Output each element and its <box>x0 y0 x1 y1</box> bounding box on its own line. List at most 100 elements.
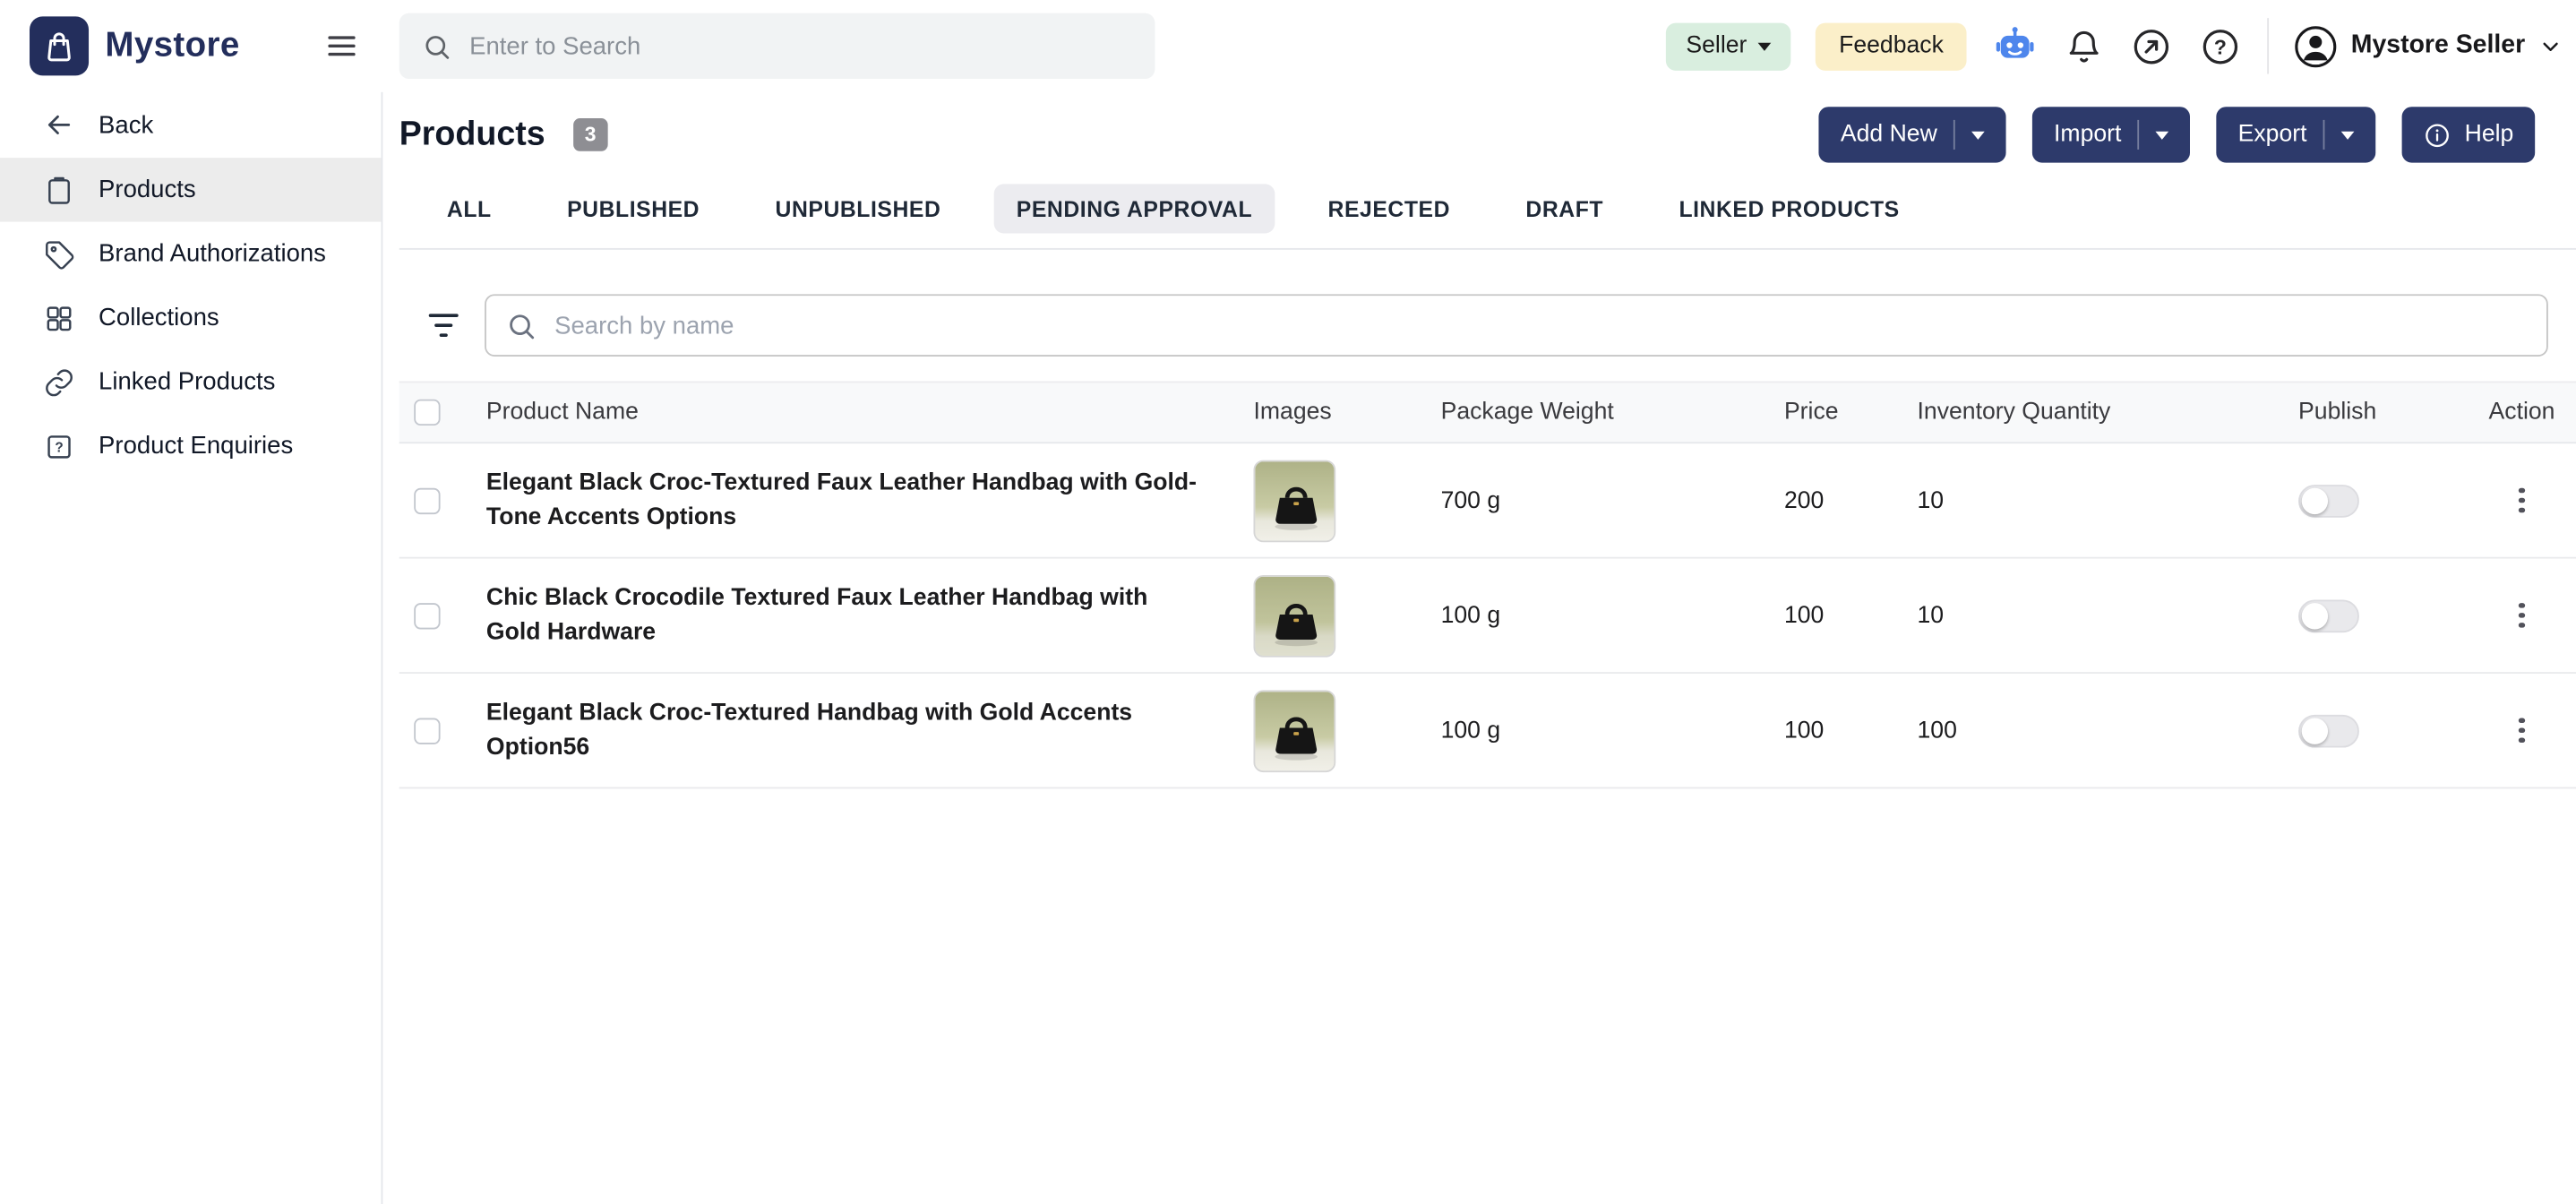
inventory-quantity-value: 10 <box>1918 487 2299 513</box>
publish-toggle[interactable] <box>2298 599 2359 632</box>
product-thumbnail[interactable] <box>1253 460 1335 542</box>
header-actions: Seller Feedback <box>1666 18 2576 73</box>
ellipsis-icon <box>2519 507 2524 512</box>
arrow-left-icon <box>43 108 76 142</box>
sidebar-item-product-enquiries[interactable]: ? Product Enquiries <box>0 414 382 478</box>
brand-area: Mystore <box>0 0 382 92</box>
tab-draft[interactable]: DRAFT <box>1503 184 1627 233</box>
tab-pending-approval[interactable]: PENDING APPROVAL <box>993 184 1275 233</box>
toggle-knob <box>2302 602 2328 628</box>
sidebar: Back Products Brand Authorizations <box>0 92 382 1204</box>
toggle-knob <box>2302 487 2328 513</box>
svg-text:?: ? <box>2214 34 2227 57</box>
publish-toggle[interactable] <box>2298 714 2359 747</box>
product-count-badge: 3 <box>573 118 608 151</box>
product-image-cell <box>1253 460 1440 542</box>
table-row: Elegant Black Croc-Textured Faux Leather… <box>399 443 2576 558</box>
table-row: Elegant Black Croc-Textured Handbag with… <box>399 674 2576 788</box>
notifications-button[interactable] <box>2064 25 2105 66</box>
product-thumbnail[interactable] <box>1253 574 1335 657</box>
table-search[interactable] <box>485 294 2548 357</box>
tab-published[interactable]: PUBLISHED <box>544 184 722 233</box>
price-value: 200 <box>1784 487 1918 513</box>
chevron-down-icon <box>2156 132 2169 140</box>
ellipsis-icon <box>2519 727 2524 733</box>
package-weight-value: 100 g <box>1441 602 1784 628</box>
tab-unpublished[interactable]: UNPUBLISHED <box>752 184 964 233</box>
help-button[interactable]: Help <box>2402 107 2535 162</box>
product-name[interactable]: Elegant Black Croc-Textured Handbag with… <box>486 696 1254 765</box>
external-link-button[interactable] <box>2129 24 2174 69</box>
row-actions-menu-button[interactable] <box>2509 708 2534 752</box>
filter-button[interactable] <box>424 305 463 345</box>
feedback-button[interactable]: Feedback <box>1816 22 1966 70</box>
search-icon <box>422 30 451 62</box>
ellipsis-icon <box>2519 487 2524 493</box>
bell-icon <box>2065 27 2103 64</box>
package-weight-value: 700 g <box>1441 487 1784 513</box>
select-all-cell <box>399 400 486 426</box>
row-checkbox[interactable] <box>414 487 440 513</box>
sidebar-item-linked-products[interactable]: Linked Products <box>0 350 382 415</box>
header-divider <box>2267 18 2269 73</box>
column-header-package-weight: Package Weight <box>1441 400 1784 426</box>
button-divider <box>2323 120 2325 150</box>
title-row: Products 3 Add New Import Export <box>399 92 2576 177</box>
mystore-logo[interactable] <box>30 16 89 75</box>
global-search[interactable] <box>399 13 1155 79</box>
sidebar-back[interactable]: Back <box>0 92 382 158</box>
inventory-quantity-value: 10 <box>1918 602 2299 628</box>
export-button[interactable]: Export <box>2217 107 2376 162</box>
import-button[interactable]: Import <box>2032 107 2190 162</box>
filter-icon <box>424 305 463 345</box>
publish-cell <box>2298 484 2468 517</box>
title-actions: Add New Import Export <box>1819 107 2535 162</box>
arrow-up-right-circle-icon <box>2131 25 2172 66</box>
product-thumbnail[interactable] <box>1253 689 1335 771</box>
hamburger-menu-button[interactable] <box>321 25 364 68</box>
shopping-bag-icon <box>41 28 77 64</box>
row-select-cell <box>399 718 486 744</box>
tab-all[interactable]: ALL <box>424 184 514 233</box>
column-header-publish: Publish <box>2298 400 2468 426</box>
assistant-bot-button[interactable] <box>1991 22 2039 70</box>
global-search-input[interactable] <box>469 32 1132 60</box>
ellipsis-icon <box>2519 497 2524 503</box>
table-search-input[interactable] <box>554 312 2527 340</box>
product-name[interactable]: Elegant Black Croc-Textured Faux Leather… <box>486 466 1254 535</box>
sidebar-back-label: Back <box>99 111 153 139</box>
question-document-icon: ? <box>43 430 76 463</box>
main-content: Products 3 Add New Import Export <box>382 92 2576 1204</box>
row-select-cell <box>399 602 486 628</box>
product-status-tabs: ALL PUBLISHED UNPUBLISHED PENDING APPROV… <box>399 177 2576 250</box>
tab-rejected[interactable]: REJECTED <box>1305 184 1473 233</box>
add-new-button[interactable]: Add New <box>1819 107 2006 162</box>
column-header-product-name: Product Name <box>486 400 1254 426</box>
select-all-checkbox[interactable] <box>414 400 440 426</box>
help-circle-button[interactable]: ? <box>2198 24 2243 69</box>
row-checkbox[interactable] <box>414 718 440 744</box>
seller-dropdown[interactable]: Seller <box>1666 22 1791 70</box>
page-title: Products <box>399 115 545 154</box>
publish-cell <box>2298 599 2468 632</box>
account-menu[interactable]: Mystore Seller <box>2294 24 2563 69</box>
sidebar-item-brand-authorizations[interactable]: Brand Authorizations <box>0 222 382 287</box>
question-circle-icon: ? <box>2200 25 2241 66</box>
avatar-icon <box>2294 24 2339 69</box>
info-circle-icon <box>2424 121 2451 149</box>
brand-name: Mystore <box>105 26 239 65</box>
sidebar-item-products[interactable]: Products <box>0 158 382 222</box>
tag-icon <box>43 237 76 271</box>
product-name[interactable]: Chic Black Crocodile Textured Faux Leath… <box>486 580 1254 649</box>
row-checkbox[interactable] <box>414 602 440 628</box>
row-actions-menu-button[interactable] <box>2509 477 2534 522</box>
action-cell <box>2468 708 2576 752</box>
row-actions-menu-button[interactable] <box>2509 593 2534 638</box>
sidebar-item-collections[interactable]: Collections <box>0 286 382 350</box>
publish-cell <box>2298 714 2468 747</box>
tab-linked-products[interactable]: LINKED PRODUCTS <box>1656 184 1923 233</box>
publish-toggle[interactable] <box>2298 484 2359 517</box>
search-icon <box>506 310 537 341</box>
price-value: 100 <box>1784 602 1918 628</box>
ellipsis-icon <box>2519 603 2524 608</box>
